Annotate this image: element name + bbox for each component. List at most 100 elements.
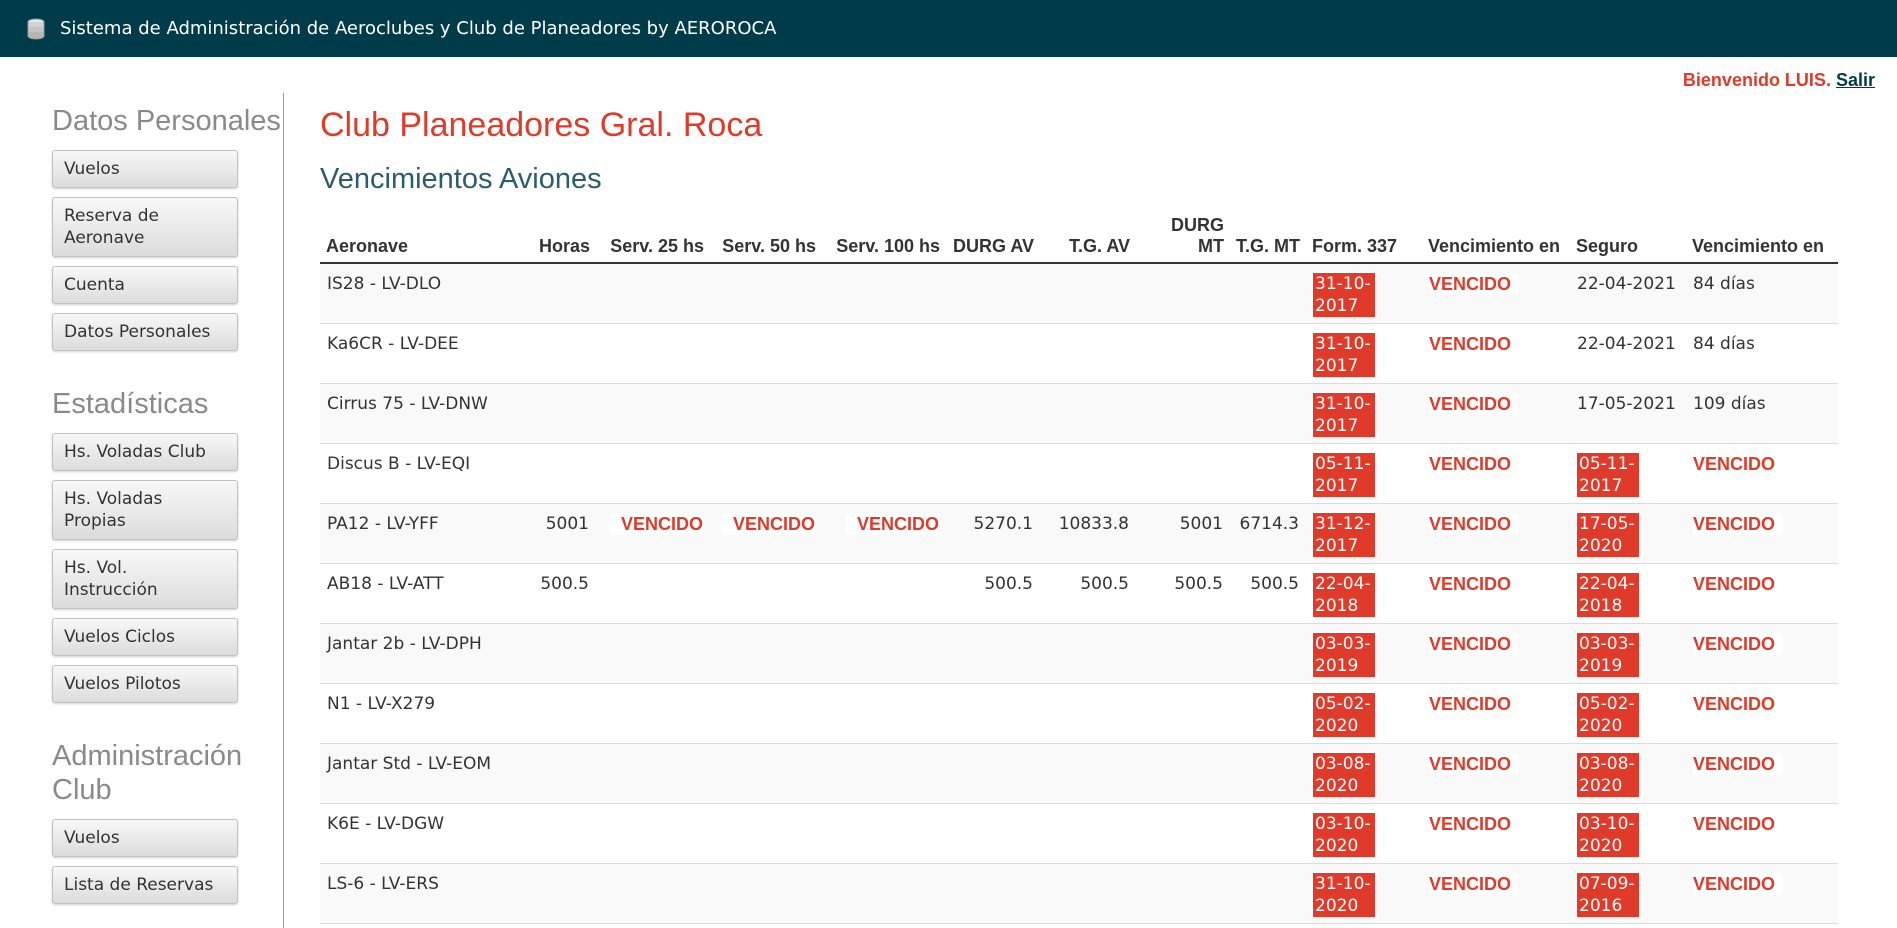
cell-durg-av [946,683,1040,744]
cell-aeronave: Discus B - LV-EQI [320,443,508,504]
cell-tg-mt [1230,743,1306,804]
column-header[interactable]: T.G. AV [1040,215,1136,264]
column-header[interactable]: Serv. 100 hs [822,215,946,264]
table-row[interactable]: N1 - LV-X279 05-02-2020 VENCIDO 05-02-2020 V… [320,683,1838,744]
sidebar-menu: Vuelos Reserva de Aeronave Cuenta Datos … [52,150,282,351]
cell-tg-av [1040,323,1136,384]
table-row[interactable]: Cirrus 75 - LV-DNW 31-10-2017 VENCIDO 17-05… [320,383,1838,444]
cell-form337: 31-10-2017 [1306,383,1422,444]
date-badge: 31-12-2017 [1313,512,1375,557]
cell-value: 109 días [1693,393,1766,414]
sidebar-item-vuelos-ciclos[interactable]: Vuelos Ciclos [52,618,238,656]
cell-form337: 03-03-2019 [1306,623,1422,684]
date-badge: 22-04-2018 [1577,572,1639,617]
cell-value: PA12 - LV-YFF [327,513,439,534]
sidebar-item-vuelos[interactable]: Vuelos [52,150,238,188]
cell-form337: 31-10-2017 [1306,323,1422,384]
table-row[interactable]: LS-6 - LV-ERS 31-10-2020 VENCIDO 07-09-2016… [320,863,1838,924]
club-title: Club Planeadores Gral. Roca [320,106,763,144]
cell-tg-av [1040,803,1136,864]
column-header[interactable]: Form. 337 [1306,215,1422,264]
sidebar-item-vuelos-pilotos[interactable]: Vuelos Pilotos [52,665,238,703]
cell-tg-mt: 6714.3 [1230,503,1306,564]
cell-value: AB18 - LV-ATT [327,573,444,594]
table-row[interactable]: K6E - LV-DGW 03-10-2020 VENCIDO 03-10-2020 V… [320,803,1838,864]
cell-tg-av [1040,683,1136,744]
table-row[interactable]: Ka6CR - LV-DEE 31-10-2017 VENCIDO 22-04-202… [320,323,1838,384]
cell-seguro-venc: VENCIDO [1686,863,1838,924]
column-header[interactable]: Horas [508,215,596,264]
logout-link[interactable]: Salir [1836,70,1875,90]
column-header[interactable]: Serv. 50 hs [710,215,822,264]
cell-seguro-venc: VENCIDO [1686,503,1838,564]
status-expired: VENCIDO [1693,692,1784,715]
cell-horas [508,383,596,444]
cell-horas [508,743,596,804]
column-header[interactable]: Seguro [1570,215,1686,264]
cell-value: Cirrus 75 - LV-DNW [327,393,488,414]
cell-tg-mt [1230,443,1306,504]
sidebar-section-title: Datos Personales [52,105,281,137]
cell-durg-av: 500.5 [946,563,1040,624]
cell-durg-mt: 500.5 [1136,563,1230,624]
cell-durg-av: 5270.1 [946,503,1040,564]
column-header[interactable]: Vencimiento en [1686,215,1838,264]
cell-serv25 [596,263,710,324]
cell-value: 84 días [1693,333,1755,354]
table-row[interactable]: Jantar Std - LV-EOM 03-08-2020 VENCIDO 03-0… [320,743,1838,804]
cell-seguro-venc: 84 días [1686,263,1838,324]
table-row[interactable]: AB18 - LV-ATT 500.5 500.5 500.5 500.5 500.5 22… [320,563,1838,624]
cell-aeronave: Jantar 2b - LV-DPH [320,623,508,684]
cell-value: 10833.8 [1058,513,1129,534]
cell-horas: 500.5 [508,563,596,624]
cell-tg-mt [1230,383,1306,444]
sidebar-item-lista-de-reservas[interactable]: Lista de Reservas [52,866,238,904]
date-badge: 31-10-2017 [1313,273,1375,317]
cell-tg-mt [1230,323,1306,384]
sidebar-item-hs-vol-instruccion[interactable]: Hs. Vol. Instrucción [52,549,238,609]
cell-seguro-venc: VENCIDO [1686,563,1838,624]
table-row[interactable]: Discus B - LV-EQI 05-11-2017 VENCIDO 05-11-… [320,443,1838,504]
column-header[interactable]: DURG AV [946,215,1040,264]
column-header[interactable]: Vencimiento en [1422,215,1570,264]
cell-aeronave: Ka6CR - LV-DEE [320,323,508,384]
cell-seguro: 03-03-2019 [1570,623,1686,684]
date-badge: 05-11-2017 [1313,452,1375,497]
cell-horas [508,683,596,744]
column-header[interactable]: Serv. 25 hs [596,215,710,264]
status-expired: VENCIDO [608,512,703,535]
cell-durg-mt [1136,743,1230,804]
cell-value: Jantar 2b - LV-DPH [327,633,482,654]
date-badge: 03-08-2020 [1577,752,1639,797]
sidebar-section-title: Estadísticas [52,388,209,420]
cell-form337: 31-10-2020 [1306,863,1422,924]
cell-value: 22-04-2021 [1577,333,1676,354]
status-expired: VENCIDO [1429,752,1520,775]
cell-tg-av [1040,443,1136,504]
cell-value: N1 - LV-X279 [327,693,436,714]
cell-seguro-venc: VENCIDO [1686,803,1838,864]
table-row[interactable]: Jantar 2b - LV-DPH 03-03-2019 VENCIDO 03-03… [320,623,1838,684]
sidebar-item-hs-voladas-club[interactable]: Hs. Voladas Club [52,433,238,471]
date-badge: 03-08-2020 [1313,752,1375,797]
table-row[interactable]: PA12 - LV-YFF 5001 VENCIDO VENCIDO VENCIDO 52… [320,503,1838,564]
cell-serv100 [822,263,946,324]
cell-serv25 [596,443,710,504]
cell-value: Discus B - LV-EQI [327,453,471,474]
column-header[interactable]: T.G. MT [1230,215,1306,264]
cell-value: 5001 [1179,513,1223,534]
status-expired: VENCIDO [1429,692,1520,715]
column-header[interactable]: DURG MT [1136,215,1230,264]
cell-aeronave: IS28 - LV-DLO [320,263,508,324]
cell-serv25 [596,683,710,744]
column-header[interactable]: Aeronave [320,215,508,264]
sidebar-item-hs-voladas-propias[interactable]: Hs. Voladas Propias [52,480,238,540]
table-row[interactable]: IS28 - LV-DLO 31-10-2017 VENCIDO 22-04-2021… [320,263,1838,324]
date-badge: 05-11-2017 [1577,452,1639,497]
cell-tg-av [1040,263,1136,324]
sidebar-item-admin-vuelos[interactable]: Vuelos [52,819,238,857]
sidebar-item-cuenta[interactable]: Cuenta [52,266,238,304]
sidebar-item-datos-personales[interactable]: Datos Personales [52,313,238,351]
cell-durg-av [946,383,1040,444]
sidebar-item-reserva-de-aeronave[interactable]: Reserva de Aeronave [52,197,238,257]
